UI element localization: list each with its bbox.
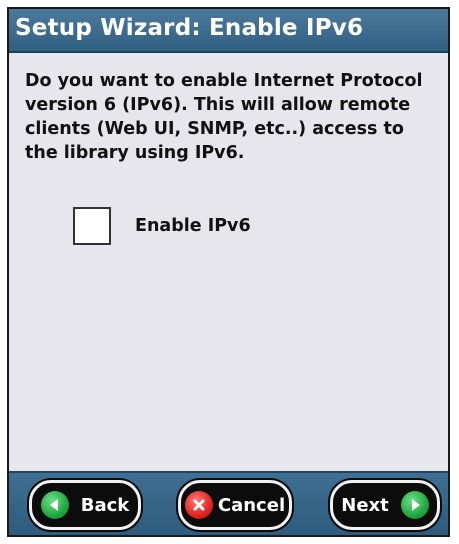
- next-button-label: Next: [341, 494, 389, 516]
- title-bar: Setup Wizard: Enable IPv6: [9, 9, 448, 53]
- wizard-window: Setup Wizard: Enable IPv6 Do you want to…: [7, 7, 450, 537]
- back-button[interactable]: Back: [29, 480, 141, 530]
- cancel-button-label: Cancel: [217, 494, 286, 516]
- back-button-label: Back: [80, 494, 130, 516]
- description-text: Do you want to enable Internet Protocol …: [25, 71, 423, 163]
- x-icon: [184, 491, 213, 519]
- next-button[interactable]: Next: [330, 480, 440, 530]
- enable-ipv6-row: Enable IPv6: [73, 205, 251, 247]
- arrow-left-icon: [40, 491, 69, 519]
- arrow-right-icon: [400, 491, 429, 519]
- enable-ipv6-label[interactable]: Enable IPv6: [135, 216, 251, 236]
- button-bar: Back Cancel Next: [9, 471, 448, 535]
- cancel-button[interactable]: Cancel: [178, 480, 292, 530]
- content-panel: Do you want to enable Internet Protocol …: [9, 53, 448, 471]
- page-title: Setup Wizard: Enable IPv6: [15, 15, 364, 41]
- enable-ipv6-checkbox[interactable]: [73, 207, 111, 245]
